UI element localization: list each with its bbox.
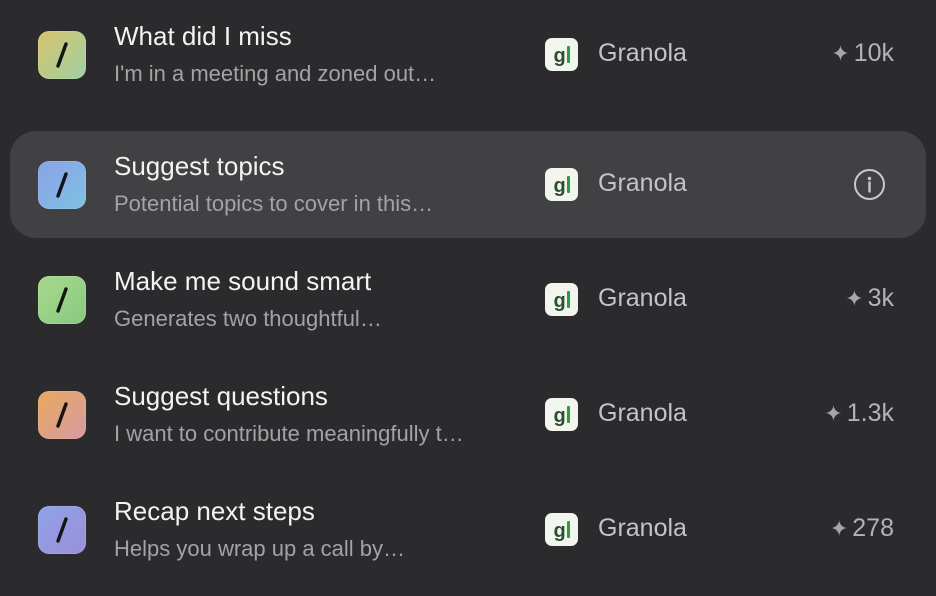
app-name: Granola — [598, 399, 687, 427]
prompt-description: I want to contribute meaningfully t… — [114, 421, 464, 446]
prompt-row-suggest-questions[interactable]: Suggest questions I want to contribute m… — [10, 361, 926, 468]
usage-count: ✦ 10k — [831, 39, 894, 68]
usage-count-value: 10k — [853, 39, 894, 67]
usage-count: ✦ 1.3k — [824, 399, 894, 428]
usage-count: ✦ 3k — [845, 284, 894, 313]
granola-logo-icon: g — [545, 398, 578, 431]
slash-command-icon — [38, 31, 86, 79]
slash-command-icon — [38, 276, 86, 324]
prompt-title: What did I miss — [114, 21, 292, 51]
slash-command-icon — [38, 506, 86, 554]
prompt-title: Make me sound smart — [114, 266, 372, 296]
prompt-list: What did I miss I'm in a meeting and zon… — [0, 0, 936, 596]
app-name: Granola — [598, 169, 687, 197]
prompt-description: Helps you wrap up a call by… — [114, 536, 406, 561]
sparkle-icon: ✦ — [845, 285, 864, 311]
sparkle-icon: ✦ — [829, 515, 849, 541]
granola-logo-icon: g — [545, 513, 578, 546]
svg-text:g: g — [554, 290, 566, 312]
prompt-row-what-did-i-miss[interactable]: What did I miss I'm in a meeting and zon… — [10, 1, 926, 108]
sparkle-icon: ✦ — [831, 40, 850, 66]
sparkle-icon: ✦ — [824, 400, 843, 426]
prompt-title: Suggest questions — [114, 381, 328, 411]
app-name: Granola — [598, 39, 687, 67]
usage-count-value: 278 — [852, 514, 894, 542]
info-icon[interactable] — [853, 168, 886, 201]
svg-text:g: g — [554, 405, 566, 427]
usage-count-value: 1.3k — [846, 399, 894, 427]
slash-command-icon — [38, 161, 86, 209]
usage-count-value: 3k — [867, 284, 894, 312]
prompt-row-suggest-topics[interactable]: Suggest topics Potential topics to cover… — [10, 131, 926, 238]
granola-logo-icon: g — [545, 168, 578, 201]
granola-logo-icon: g — [545, 283, 578, 316]
prompt-description: I'm in a meeting and zoned out… — [114, 61, 437, 86]
prompt-title: Recap next steps — [114, 496, 315, 526]
svg-text:g: g — [554, 175, 566, 197]
prompt-description: Generates two thoughtful… — [114, 306, 382, 331]
prompt-description: Potential topics to cover in this… — [114, 191, 434, 216]
prompt-title: Suggest topics — [114, 151, 285, 181]
app-name: Granola — [598, 514, 687, 542]
usage-count: ✦ 278 — [830, 514, 894, 543]
svg-text:g: g — [554, 520, 566, 542]
granola-logo-icon: g — [545, 38, 578, 71]
prompt-row-recap-next-steps[interactable]: Recap next steps Helps you wrap up a cal… — [10, 476, 926, 583]
slash-command-icon — [38, 391, 86, 439]
svg-text:g: g — [554, 45, 566, 67]
app-name: Granola — [598, 284, 687, 312]
prompt-row-make-me-sound-smart[interactable]: Make me sound smart Generates two though… — [10, 246, 926, 353]
